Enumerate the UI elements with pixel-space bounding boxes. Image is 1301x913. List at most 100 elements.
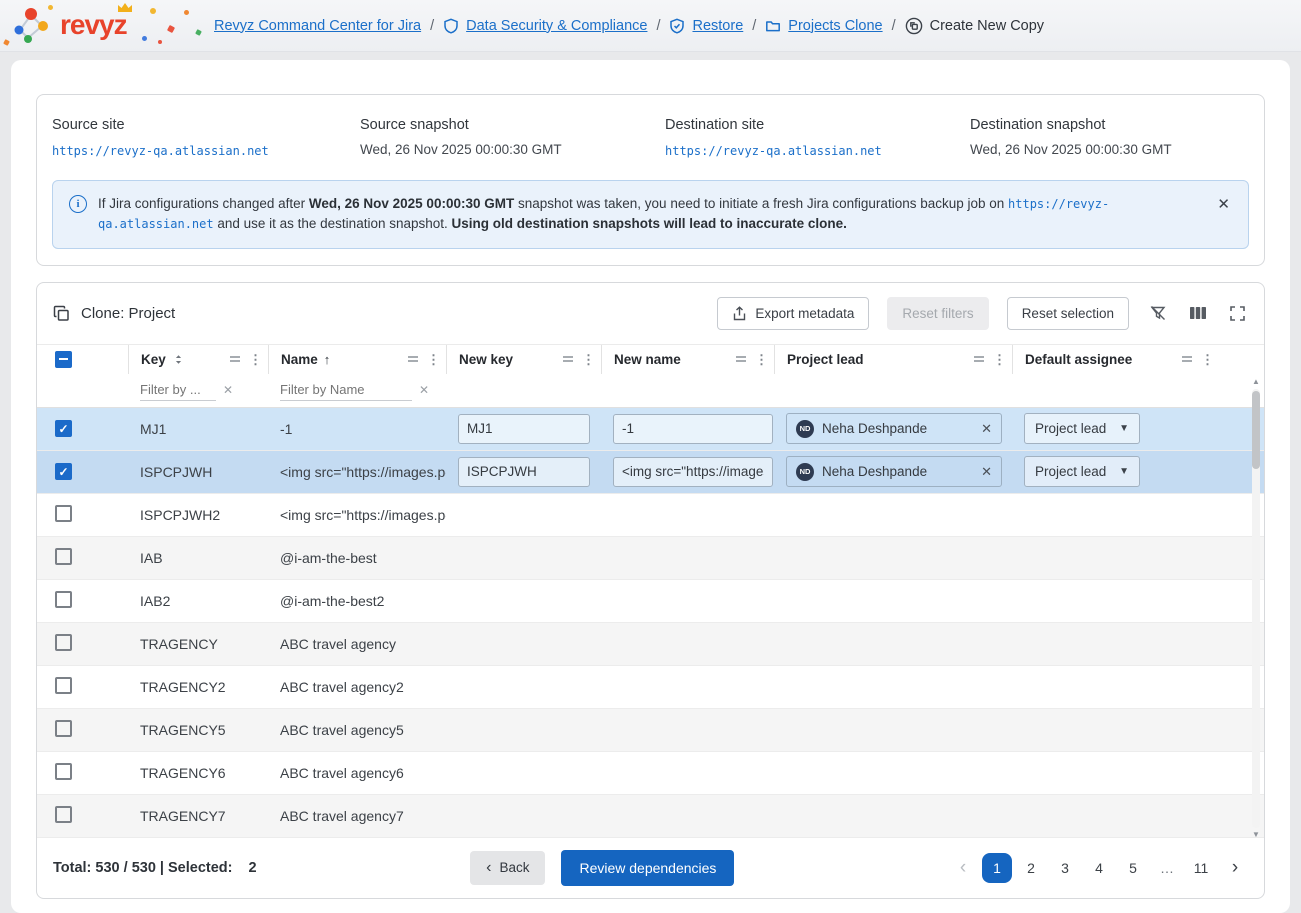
- default-assignee-select[interactable]: Project lead ▼: [1024, 456, 1140, 487]
- breadcrumb-command-center[interactable]: Revyz Command Center for Jira: [214, 18, 421, 34]
- row-checkbox[interactable]: [55, 762, 72, 780]
- selection-summary: Total: 530 / 530 | Selected: 2: [53, 860, 257, 876]
- default-assignee-select[interactable]: Project lead ▼: [1024, 413, 1140, 444]
- breadcrumb-projects-clone[interactable]: Projects Clone: [765, 18, 883, 34]
- table-row[interactable]: TRAGENCY ABC travel agency: [37, 622, 1264, 666]
- row-checkbox[interactable]: [55, 633, 72, 651]
- page-button-3[interactable]: 3: [1050, 853, 1080, 883]
- snapshot-info-card: Source site https://revyz-qa.atlassian.n…: [36, 94, 1265, 266]
- column-header-new-key[interactable]: New key ⋮: [446, 344, 601, 374]
- prev-page-icon[interactable]: ‹: [948, 853, 978, 883]
- column-menu-icon[interactable]: ⋮: [1201, 353, 1214, 366]
- column-header-project-lead[interactable]: Project lead ⋮: [774, 344, 1012, 374]
- table-row[interactable]: IAB @i-am-the-best: [37, 536, 1264, 580]
- sort-ascending-icon[interactable]: ↑: [324, 352, 331, 367]
- project-lead-field[interactable]: ND Neha Deshpande ✕: [786, 456, 1002, 487]
- back-button[interactable]: ‹ Back: [470, 850, 546, 885]
- name-filter-input[interactable]: [280, 379, 412, 401]
- sort-icon[interactable]: [172, 353, 185, 366]
- table-row[interactable]: TRAGENCY5 ABC travel agency5: [37, 708, 1264, 752]
- clear-filter-icon[interactable]: ✕: [223, 383, 233, 397]
- breadcrumb-data-security[interactable]: Data Security & Compliance: [443, 18, 647, 34]
- selected-count: 2: [248, 859, 257, 876]
- row-checkbox[interactable]: [55, 504, 72, 522]
- column-menu-icon[interactable]: ⋮: [755, 353, 768, 366]
- reset-selection-button[interactable]: Reset selection: [1006, 296, 1129, 330]
- name-cell: ABC travel agency2: [280, 678, 404, 695]
- new-name-input[interactable]: [613, 456, 773, 487]
- column-header-default-assignee[interactable]: Default assignee ⋮: [1012, 344, 1264, 374]
- column-menu-icon[interactable]: ⋮: [427, 353, 440, 366]
- scrollbar-track[interactable]: [1252, 388, 1260, 828]
- new-name-input[interactable]: [613, 413, 773, 444]
- review-dependencies-button[interactable]: Review dependencies: [561, 849, 735, 886]
- page-body: Source site https://revyz-qa.atlassian.n…: [0, 52, 1301, 913]
- row-checkbox[interactable]: [55, 547, 72, 565]
- confetti-dot: [48, 5, 53, 10]
- column-header-name[interactable]: Name ↑ ⋮: [268, 344, 446, 374]
- filter-off-icon: [1150, 306, 1166, 320]
- column-menu-icon[interactable]: ⋮: [249, 353, 262, 366]
- table-row[interactable]: TRAGENCY2 ABC travel agency2: [37, 666, 1264, 709]
- row-checkbox[interactable]: [55, 420, 72, 438]
- page-button-4[interactable]: 4: [1084, 853, 1114, 883]
- revyz-logo[interactable]: revyz: [0, 0, 214, 51]
- reset-filters-button[interactable]: Reset filters: [887, 296, 989, 330]
- name-cell: @i-am-the-best2: [280, 592, 385, 609]
- page-button-11[interactable]: 11: [1186, 853, 1216, 883]
- source-site-link[interactable]: https://revyz-qa.atlassian.net: [52, 144, 269, 158]
- column-resize-icon[interactable]: [735, 354, 747, 364]
- table-row[interactable]: ISPCPJWH <img src="https://images.pexe N…: [37, 450, 1264, 494]
- key-cell: TRAGENCY6: [140, 764, 226, 781]
- column-resize-icon[interactable]: [973, 354, 985, 364]
- column-menu-icon[interactable]: ⋮: [582, 353, 595, 366]
- row-checkbox[interactable]: [55, 676, 72, 694]
- new-key-input[interactable]: [458, 413, 590, 444]
- table-row[interactable]: ISPCPJWH2 <img src="https://images.pexe: [37, 494, 1264, 537]
- table-row[interactable]: TRAGENCY6 ABC travel agency6: [37, 752, 1264, 795]
- clear-lead-icon[interactable]: ✕: [981, 464, 992, 480]
- column-resize-icon[interactable]: [1181, 354, 1193, 364]
- new-key-input[interactable]: [458, 456, 590, 487]
- clear-filter-icon[interactable]: ✕: [419, 383, 429, 397]
- row-checkbox[interactable]: [55, 590, 72, 608]
- table-scrollbar[interactable]: ▲ ▼: [1251, 377, 1261, 840]
- page-button-5[interactable]: 5: [1118, 853, 1148, 883]
- columns-button[interactable]: [1187, 303, 1209, 323]
- table-row[interactable]: TRAGENCY7 ABC travel agency7: [37, 794, 1264, 838]
- next-page-icon[interactable]: ›: [1220, 853, 1250, 883]
- export-metadata-button[interactable]: Export metadata: [717, 296, 870, 330]
- table-row[interactable]: MJ1 -1 ND Neha Deshpande ✕ Project lead …: [37, 407, 1264, 451]
- key-filter-input[interactable]: [140, 379, 216, 401]
- row-checkbox[interactable]: [55, 805, 72, 823]
- filter-off-button[interactable]: [1147, 302, 1169, 324]
- select-all-checkbox[interactable]: [55, 350, 72, 368]
- clone-project-card: Clone: Project Export metadata Reset fil…: [36, 281, 1265, 899]
- clear-lead-icon[interactable]: ✕: [981, 421, 992, 437]
- scroll-up-icon[interactable]: ▲: [1251, 377, 1261, 387]
- page-button-2[interactable]: 2: [1016, 853, 1046, 883]
- row-checkbox[interactable]: [55, 719, 72, 737]
- destination-site-link[interactable]: https://revyz-qa.atlassian.net: [665, 144, 882, 158]
- project-lead-name: Neha Deshpande: [822, 464, 928, 479]
- column-resize-icon[interactable]: [229, 354, 241, 364]
- column-header-new-name[interactable]: New name ⋮: [601, 344, 774, 374]
- key-cell: IAB2: [140, 592, 171, 609]
- scrollbar-thumb[interactable]: [1252, 390, 1260, 469]
- avatar: ND: [796, 462, 814, 481]
- column-resize-icon[interactable]: [562, 354, 574, 364]
- scroll-down-icon[interactable]: ▼: [1251, 830, 1261, 840]
- page-button-1[interactable]: 1: [981, 852, 1012, 883]
- close-icon[interactable]: ✕: [1217, 194, 1230, 217]
- confetti-dot: [195, 29, 202, 36]
- column-resize-icon[interactable]: [407, 354, 419, 364]
- project-lead-field[interactable]: ND Neha Deshpande ✕: [786, 413, 1002, 444]
- row-checkbox[interactable]: [55, 463, 72, 481]
- fullscreen-button[interactable]: [1227, 303, 1248, 324]
- column-header-key[interactable]: Key ⋮: [128, 344, 268, 374]
- breadcrumb-restore[interactable]: Restore: [669, 18, 743, 34]
- name-cell: ABC travel agency5: [280, 721, 404, 738]
- column-menu-icon[interactable]: ⋮: [993, 353, 1006, 366]
- name-cell: @i-am-the-best: [280, 549, 377, 566]
- table-row[interactable]: IAB2 @i-am-the-best2: [37, 580, 1264, 623]
